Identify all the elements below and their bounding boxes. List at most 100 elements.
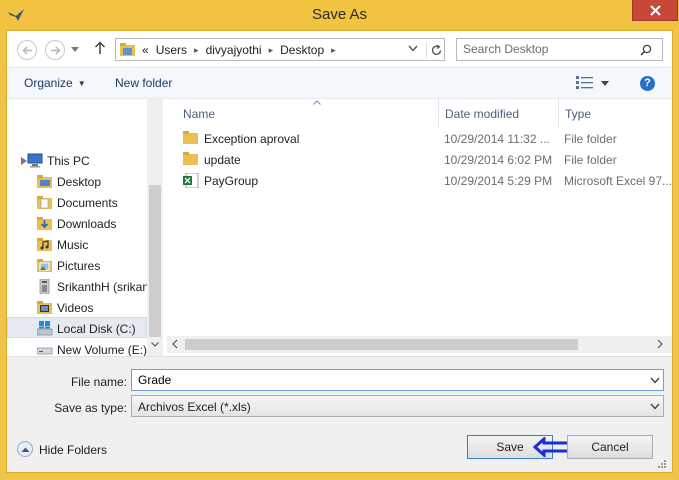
save-options-panel: File name: Save as type: Archivos Excel …	[7, 356, 672, 472]
nav-item-pictures[interactable]: Pictures	[7, 255, 147, 276]
file-name-combobox[interactable]	[131, 369, 664, 391]
view-options-chevron-icon[interactable]	[601, 81, 609, 86]
window-title: Save As	[311, 6, 368, 23]
column-header-type[interactable]: Type	[558, 99, 672, 127]
nav-item-label: Videos	[57, 301, 94, 315]
column-header-label: Type	[565, 107, 592, 121]
nav-item-user[interactable]: SrikanthH (srikan	[7, 276, 147, 297]
nav-item-new-volume-e[interactable]: New Volume (E:)	[7, 339, 147, 356]
address-bar-row: « Users ▸ divyajyothi ▸ Desktop ▸	[7, 31, 672, 67]
excel-file-icon	[183, 173, 199, 188]
navigation-scrollbar[interactable]	[147, 99, 163, 356]
folder-icon	[37, 175, 52, 188]
cancel-button[interactable]: Cancel	[567, 435, 653, 459]
arrow-right-icon	[51, 46, 61, 55]
new-folder-button[interactable]: New folder	[115, 76, 172, 90]
breadcrumb-separator-icon[interactable]: ▸	[194, 45, 199, 56]
file-list[interactable]: Name Date modified Type Exception aprova…	[167, 99, 672, 356]
view-details-icon[interactable]	[576, 76, 593, 89]
file-name: update	[204, 153, 241, 167]
hide-folders-label: Hide Folders	[39, 443, 108, 457]
file-name-input[interactable]	[138, 373, 618, 387]
save-as-type-label: Save as type:	[54, 401, 127, 415]
folder-location-icon	[120, 43, 135, 56]
scroll-down-icon[interactable]	[151, 342, 159, 347]
scrollbar-thumb[interactable]	[185, 339, 578, 350]
refresh-icon	[431, 44, 442, 55]
resize-grip-icon[interactable]	[657, 459, 667, 469]
file-row[interactable]: update 10/29/2014 6:02 PM File folder	[167, 149, 672, 170]
horizontal-scrollbar[interactable]	[167, 336, 672, 353]
breadcrumb-desktop[interactable]: Desktop	[280, 43, 324, 57]
nav-item-this-pc[interactable]: This PC	[7, 150, 147, 171]
breadcrumb-separator-icon[interactable]: ▸	[269, 45, 274, 56]
nav-item-label: Downloads	[57, 217, 117, 231]
drive-icon	[37, 321, 53, 336]
nav-item-downloads[interactable]: Downloads	[7, 213, 147, 234]
caret-down-icon: ▼	[77, 79, 86, 88]
forward-button[interactable]	[45, 40, 65, 60]
nav-item-label: New Volume (E:)	[57, 343, 147, 356]
arrow-left-icon	[22, 46, 32, 55]
nav-item-desktop[interactable]: Desktop	[7, 171, 147, 192]
nav-item-label: SrikanthH (srikan	[57, 280, 147, 294]
column-header-label: Date modified	[445, 107, 520, 121]
hide-folders-circle	[17, 441, 33, 457]
pictures-icon	[37, 259, 52, 272]
documents-icon	[37, 196, 52, 209]
file-type: File folder	[564, 153, 617, 167]
column-header-label: Name	[183, 107, 216, 121]
folder-icon	[183, 131, 198, 144]
breadcrumb: « Users ▸ divyajyothi ▸ Desktop ▸	[142, 43, 336, 57]
chevron-down-icon[interactable]	[650, 377, 660, 384]
chevron-down-icon[interactable]	[408, 45, 418, 52]
refresh-button[interactable]	[426, 42, 444, 58]
search-input[interactable]	[463, 42, 633, 56]
pc-icon	[27, 153, 43, 168]
column-header-name[interactable]: Name	[167, 99, 444, 127]
title-bar: Save As	[0, 0, 679, 30]
nav-item-local-disk-c[interactable]: Local Disk (C:)	[7, 317, 147, 338]
breadcrumb-divyajyothi[interactable]: divyajyothi	[206, 43, 262, 57]
search-icon[interactable]	[640, 44, 652, 56]
nav-item-label: Music	[57, 238, 89, 252]
save-as-type-value: Archivos Excel (*.xls)	[138, 400, 251, 414]
nav-item-videos[interactable]: Videos	[7, 297, 147, 318]
save-as-type-select[interactable]: Archivos Excel (*.xls)	[131, 395, 664, 417]
recent-locations-chevron-icon[interactable]	[71, 47, 79, 52]
dialog-body: « Users ▸ divyajyothi ▸ Desktop ▸ Search…	[6, 30, 673, 473]
command-bar: Organize ▼ New folder ?	[7, 67, 672, 99]
scroll-left-icon[interactable]	[172, 339, 178, 349]
nav-item-music[interactable]: Music	[7, 234, 147, 255]
breadcrumb-overflow[interactable]: «	[142, 43, 149, 57]
search-box[interactable]	[456, 38, 663, 61]
back-button[interactable]	[17, 40, 37, 60]
file-type: Microsoft Excel 97...	[564, 174, 672, 188]
organize-label: Organize	[24, 76, 73, 90]
scrollbar-thumb[interactable]	[149, 185, 161, 337]
close-icon	[650, 5, 661, 16]
help-button[interactable]: ?	[640, 76, 655, 91]
up-arrow-icon[interactable]	[94, 41, 106, 55]
nav-item-label: Documents	[57, 196, 118, 210]
user-icon	[39, 279, 50, 294]
chevron-down-icon[interactable]	[650, 403, 660, 410]
organize-menu[interactable]: Organize ▼	[24, 76, 86, 90]
address-box[interactable]: « Users ▸ divyajyothi ▸ Desktop ▸	[115, 38, 445, 61]
nav-item-label: Desktop	[57, 175, 102, 189]
breadcrumb-users[interactable]: Users	[156, 43, 187, 57]
nav-item-documents[interactable]: Documents	[7, 192, 147, 213]
navigation-pane[interactable]: This PC Desktop Documents Downloads Musi…	[7, 99, 147, 356]
file-name: PayGroup	[204, 174, 259, 188]
file-type: File folder	[564, 132, 617, 146]
videos-icon	[37, 301, 52, 314]
music-icon	[37, 238, 52, 251]
file-date: 10/29/2014 6:02 PM	[444, 153, 553, 167]
file-row[interactable]: Exception aproval 10/29/2014 11:32 ... F…	[167, 128, 672, 149]
scroll-right-icon[interactable]	[657, 339, 663, 349]
file-date: 10/29/2014 5:29 PM	[444, 174, 553, 188]
breadcrumb-separator-icon[interactable]: ▸	[331, 45, 336, 56]
column-header-date[interactable]: Date modified	[438, 99, 564, 127]
file-row[interactable]: PayGroup 10/29/2014 5:29 PM Microsoft Ex…	[167, 170, 672, 191]
close-button[interactable]	[632, 0, 678, 21]
